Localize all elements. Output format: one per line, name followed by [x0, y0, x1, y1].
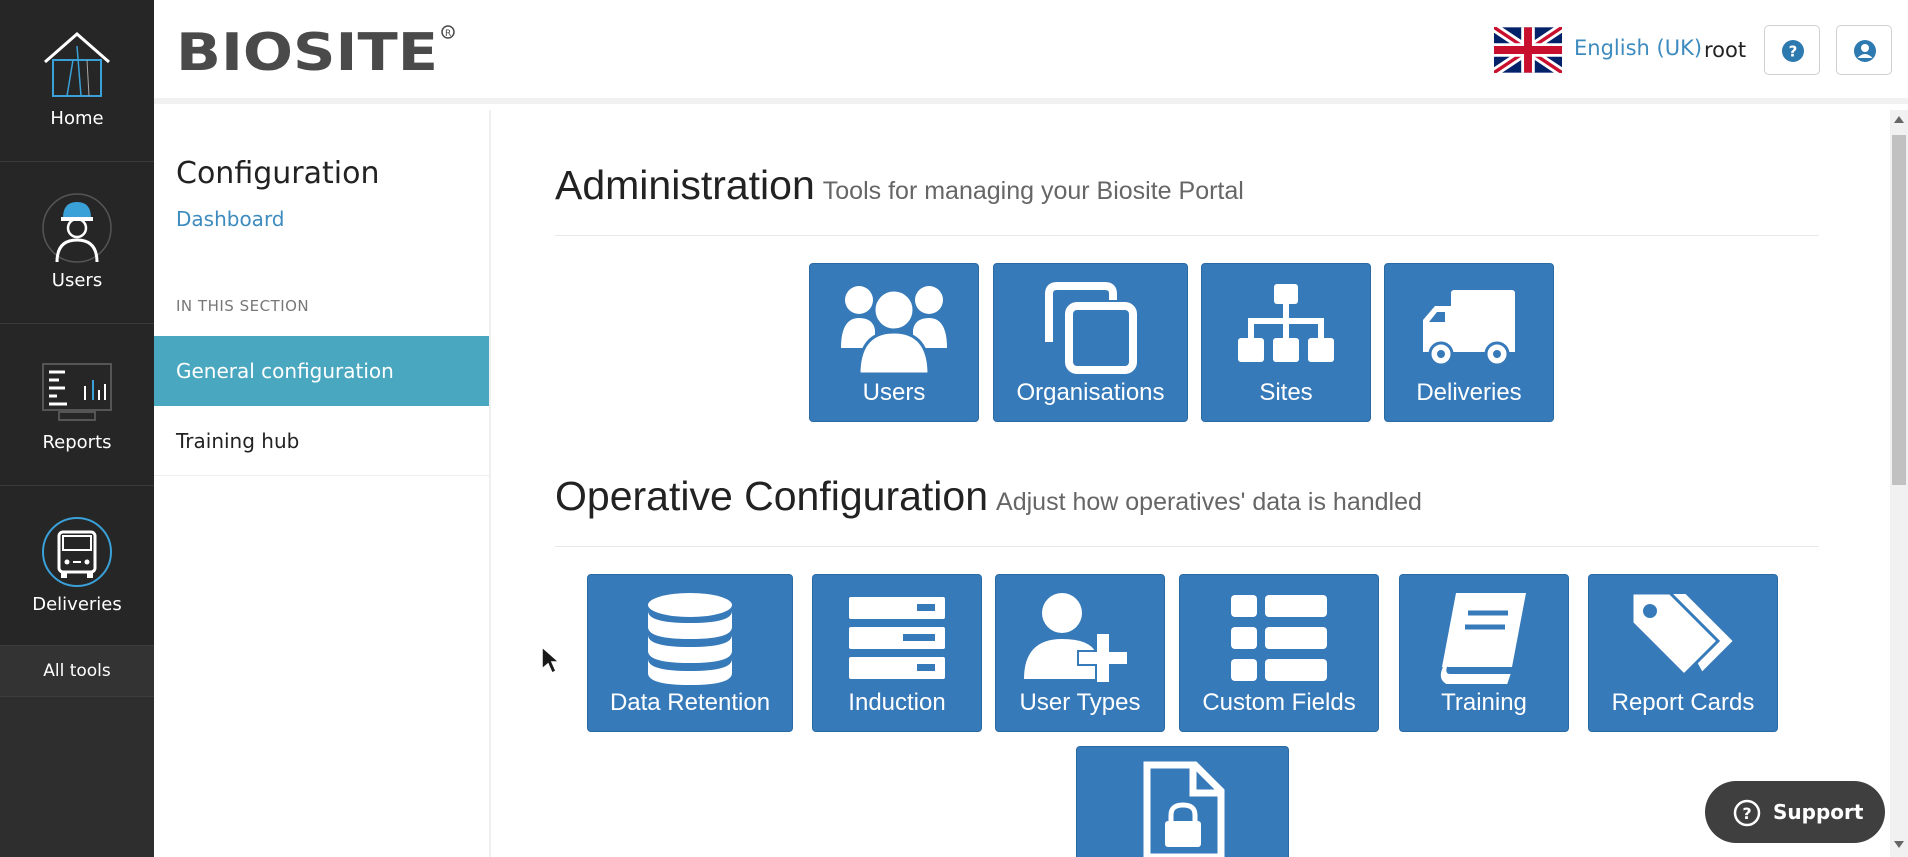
rail-item-users[interactable]: Users: [0, 162, 154, 324]
tile-training[interactable]: Training: [1399, 574, 1569, 732]
support-button[interactable]: ? Support: [1705, 781, 1885, 843]
tile-users[interactable]: Users: [809, 263, 979, 422]
tile-custom-fields-label: Custom Fields: [1202, 689, 1356, 716]
server-icon: [849, 597, 945, 679]
worker-icon: [42, 193, 112, 263]
rail-item-home[interactable]: Home: [0, 0, 154, 162]
rail-label-users: Users: [51, 270, 103, 291]
divider: [555, 546, 1819, 547]
sidebar-item-general-configuration[interactable]: General configuration: [154, 336, 489, 406]
tile-report-cards-label: Report Cards: [1611, 689, 1755, 716]
left-rail: Home Users Reports Deliveries All tools: [0, 0, 154, 857]
account-button[interactable]: [1836, 25, 1892, 75]
sidebar-item-training-hub[interactable]: Training hub: [154, 406, 489, 476]
administration-subtitle: Tools for managing your Biosite Portal: [822, 177, 1244, 205]
tile-sites-label: Sites: [1259, 379, 1313, 406]
uk-flag-icon[interactable]: [1494, 27, 1562, 73]
operative-title: Operative Configuration: [555, 473, 989, 519]
biosite-logo[interactable]: BIOSITE R: [176, 22, 456, 77]
file-lock-icon: [1143, 761, 1224, 857]
tile-organisations[interactable]: Organisations: [993, 263, 1188, 422]
operative-heading: Operative Configuration Adjust how operat…: [555, 473, 1422, 520]
tile-data-retention[interactable]: Data Retention: [587, 574, 793, 732]
list-icon: [1231, 595, 1327, 681]
tile-users-label: Users: [862, 379, 926, 406]
language-selector[interactable]: English (UK): [1574, 36, 1702, 60]
tile-deliveries-label: Deliveries: [1416, 379, 1522, 406]
config-sidebar: Configuration Dashboard IN THIS SECTION …: [154, 110, 491, 857]
username: root: [1704, 38, 1747, 62]
database-icon: [648, 593, 732, 685]
main-content: Administration Tools for managing your Bi…: [493, 110, 1890, 857]
question-circle-icon: ?: [1733, 799, 1761, 827]
page-scrollbar[interactable]: [1890, 110, 1908, 857]
sidebar-title: Configuration: [176, 156, 380, 191]
dashboard-link[interactable]: Dashboard: [176, 207, 285, 231]
user-plus-icon: [1024, 593, 1129, 684]
svg-text:?: ?: [1789, 43, 1798, 61]
administration-title: Administration: [555, 162, 815, 208]
help-button[interactable]: ?: [1764, 25, 1820, 75]
truck-icon: [1423, 290, 1515, 367]
tile-custom-fields[interactable]: Custom Fields: [1179, 574, 1379, 732]
rail-item-deliveries[interactable]: Deliveries: [0, 486, 154, 648]
user-circle-icon: [1854, 40, 1876, 62]
support-label: Support: [1773, 800, 1864, 824]
tile-organisations-label: Organisations: [1016, 379, 1165, 406]
svg-text:?: ?: [1742, 804, 1751, 823]
sitemap-icon: [1238, 284, 1334, 362]
tile-deliveries[interactable]: Deliveries: [1384, 263, 1554, 422]
tile-induction-label: Induction: [848, 689, 946, 716]
tile-user-types[interactable]: User Types: [995, 574, 1165, 732]
scroll-up-arrow-icon[interactable]: [1894, 116, 1904, 123]
rail-item-reports[interactable]: Reports: [0, 324, 154, 486]
reports-icon: [42, 363, 112, 421]
rail-label-reports: Reports: [42, 432, 112, 453]
operative-subtitle: Adjust how operatives' data is handled: [996, 488, 1422, 516]
tile-privacy-documents[interactable]: [1076, 746, 1289, 857]
mouse-cursor-icon: [541, 646, 561, 675]
tile-data-retention-label: Data Retention: [609, 689, 771, 716]
divider: [555, 235, 1819, 236]
home-icon: [44, 32, 110, 97]
scroll-down-arrow-icon[interactable]: [1894, 841, 1904, 848]
top-bar: BIOSITE R English (UK) root ?: [154, 0, 1908, 104]
rail-label-deliveries: Deliveries: [32, 594, 122, 615]
scroll-thumb[interactable]: [1892, 135, 1906, 485]
svg-text:R: R: [445, 29, 451, 39]
tags-icon: [1630, 591, 1736, 678]
administration-heading: Administration Tools for managing your Bi…: [555, 162, 1244, 209]
tile-report-cards[interactable]: Report Cards: [1588, 574, 1778, 732]
book-icon: [1438, 593, 1526, 686]
tile-training-label: Training: [1441, 689, 1527, 716]
question-circle-icon: ?: [1782, 40, 1804, 62]
tile-induction[interactable]: Induction: [812, 574, 982, 732]
truck-icon: [42, 517, 112, 587]
users-group-icon: [841, 286, 947, 376]
clone-icon: [1044, 282, 1137, 374]
rail-label-home: Home: [50, 108, 104, 129]
section-label: IN THIS SECTION: [176, 297, 310, 315]
rail-all-tools[interactable]: All tools: [0, 645, 154, 697]
tile-user-types-label: User Types: [1019, 689, 1141, 716]
tile-sites[interactable]: Sites: [1201, 263, 1371, 422]
svg-text:BIOSITE: BIOSITE: [176, 23, 438, 77]
